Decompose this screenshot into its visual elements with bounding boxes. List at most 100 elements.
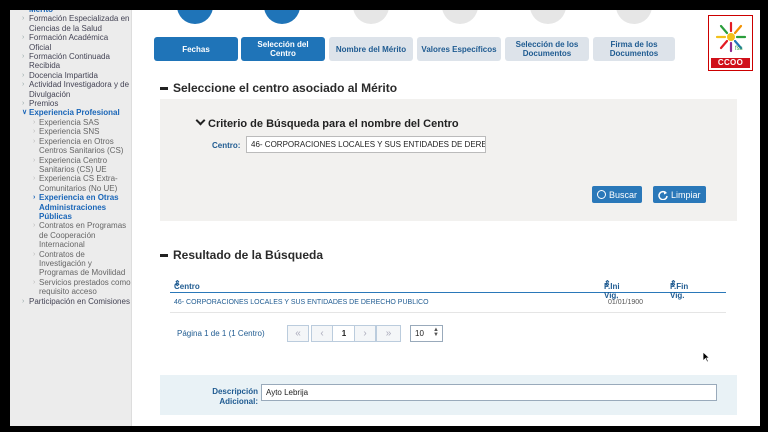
chevron-right-icon: › (33, 137, 36, 145)
sidebar-label: Mérito (29, 10, 53, 14)
step-seleccion-documentos[interactable]: Selección de los Documentos (505, 37, 589, 61)
last-page-button[interactable]: » (376, 325, 401, 342)
chevron-right-icon: › (33, 118, 36, 126)
sidebar-label: Premios (29, 99, 59, 109)
chevron-right-icon (22, 10, 27, 13)
sidebar-item[interactable]: › Formación Especializada en Ciencias de … (10, 14, 131, 33)
ccoo-logo: fss CCOO (708, 15, 753, 71)
chevron-right-icon: › (33, 278, 36, 286)
sidebar-label: Docencia Impartida (29, 70, 98, 80)
sidebar-label: Experiencia en Otros Centros Sanitarios … (39, 136, 124, 156)
sidebar-item-experiencia-profesional[interactable]: ∨ Experiencia Profesional (10, 108, 131, 117)
section-dash-icon (160, 87, 168, 91)
chevron-right-icon: › (22, 15, 25, 23)
refresh-icon (658, 190, 668, 200)
sidebar-item[interactable]: › Formación Continuada Recibida (10, 52, 131, 71)
search-icon (597, 190, 606, 199)
step-nombre-merito[interactable]: Nombre del Mérito (329, 37, 413, 61)
step-firma-documentos[interactable]: Firma de los Documentos (593, 37, 675, 61)
pager-summary: Página 1 de 1 (1 Centro) (177, 329, 265, 338)
sidebar-item[interactable]: › Premios (10, 99, 131, 108)
sidebar-subitem[interactable]: › Contratos en Programas de Cooperación I… (10, 221, 131, 249)
sidebar-item[interactable]: › Actividad Investigadora y de Divulgació… (10, 80, 131, 99)
chevron-right-icon: › (33, 175, 36, 183)
criteria-toggle[interactable]: Criterio de Búsqueda para el nombre del … (195, 115, 459, 130)
sidebar-label: Experiencia CS Extra-Comunitarios (No UE… (39, 174, 118, 193)
chevron-down-icon (195, 115, 206, 126)
sidebar-subitem-selected[interactable]: › Experiencia en Otras Administraciones P… (10, 193, 131, 221)
sidebar-item[interactable]: › Participación en Comisiones (10, 297, 131, 306)
section-title-resultado: Resultado de la Búsqueda (160, 248, 323, 262)
section-title-text: Resultado de la Búsqueda (173, 248, 324, 262)
step-valores-especificos[interactable]: Valores Específicos (417, 37, 501, 61)
step-circle-3 (353, 10, 389, 24)
chevron-right-icon: › (22, 100, 25, 108)
select-arrows-icon: ▲ ▼ (433, 327, 439, 338)
cell-fini: 01/01/1900 (608, 299, 644, 306)
sidebar-label: Servicios prestados como requisito acces… (39, 277, 131, 297)
sidebar-label: Experiencia SAS (39, 117, 100, 127)
description-input[interactable]: Ayto Lebrija (261, 384, 717, 401)
app-screen: Mérito › Formación Especializada en Cienci… (10, 10, 760, 426)
sidebar-label: Experiencia SNS (39, 127, 100, 137)
page-size-select[interactable]: 10 ▲ ▼ (410, 325, 443, 342)
sidebar-item[interactable]: › Docencia Impartida (10, 71, 131, 80)
col-fini[interactable]: F.Ini Vig. ⇕ (604, 279, 620, 300)
logo-burst-icon: fss (715, 21, 747, 53)
chevron-right-icon: › (22, 53, 25, 61)
sidebar-label: Formación Continuada Recibida (29, 52, 110, 71)
first-page-button[interactable]: « (287, 325, 309, 342)
sidebar-label: Experiencia en Otras Administraciones Pú… (39, 193, 119, 221)
description-label: Descripción Adicional: (212, 387, 258, 406)
step-fechas[interactable]: Fechas (154, 37, 238, 61)
sidebar-label: Contratos de Investigación y Programas d… (39, 249, 126, 278)
step-circle-6 (616, 10, 652, 24)
sidebar-label: Actividad Investigadora y de Divulgación (29, 80, 130, 99)
sidebar: Mérito › Formación Especializada en Cienci… (10, 10, 132, 426)
section-dash-icon (160, 254, 168, 258)
col-ffin[interactable]: F.Fin Vig. ⇕ (670, 279, 688, 300)
limpiar-button[interactable]: Limpiar (653, 186, 706, 203)
sidebar-subitem[interactable]: › Experiencia SAS (10, 118, 131, 127)
sidebar-label: Participación en Comisiones (29, 296, 130, 306)
next-page-button[interactable]: › (354, 325, 376, 342)
sidebar-item[interactable]: › Formación Académica Oficial (10, 33, 131, 52)
centro-input[interactable]: 46- CORPORACIONES LOCALES Y SUS ENTIDADE… (246, 136, 486, 153)
svg-text:fss: fss (735, 46, 743, 52)
sidebar-label: Formación Especializada en Ciencias de l… (29, 14, 130, 33)
chevron-right-icon: › (33, 194, 36, 202)
chevron-right-icon: › (22, 81, 25, 89)
sidebar-subitem[interactable]: › Experiencia SNS (10, 127, 131, 136)
sidebar-label: Contratos en Programas de Cooperación In… (39, 221, 127, 250)
step-circle-1 (177, 10, 213, 24)
step-circle-5 (530, 10, 566, 24)
chevron-right-icon: › (33, 222, 36, 230)
chevron-right-icon: › (22, 71, 25, 79)
limpiar-label: Limpiar (671, 189, 701, 200)
mouse-cursor-icon (702, 351, 710, 363)
chevron-right-icon: › (22, 297, 25, 305)
sidebar-subitem[interactable]: › Experiencia Centro Sanitarios (CS) UE (10, 156, 131, 175)
step-seleccion-centro[interactable]: Selección del Centro (241, 37, 325, 61)
col-centro[interactable]: Centro ⇕ (174, 279, 200, 291)
sidebar-label: Experiencia Profesional (29, 108, 120, 118)
section-title-text: Seleccione el centro asociado al Mérito (173, 81, 398, 95)
chevron-right-icon: › (33, 156, 36, 164)
section-title-centro: Seleccione el centro asociado al Mérito (160, 81, 397, 95)
current-page[interactable]: 1 (332, 325, 356, 342)
sidebar-subitem[interactable]: › Servicios prestados como requisito acce… (10, 278, 131, 297)
buscar-button[interactable]: Buscar (592, 186, 643, 203)
step-circle-4 (442, 10, 478, 24)
centro-label: Centro: (212, 141, 241, 150)
cell-centro: 46- CORPORACIONES LOCALES Y SUS ENTIDADE… (174, 299, 429, 306)
sidebar-subitem[interactable]: › Contratos de Investigación y Programas … (10, 250, 131, 278)
chevron-right-icon: › (22, 34, 25, 42)
sidebar-subitem[interactable]: › Experiencia en Otros Centros Sanitarios… (10, 137, 131, 156)
buscar-label: Buscar (609, 189, 638, 200)
step-circle-2 (264, 10, 300, 24)
sidebar-subitem[interactable]: › Experiencia CS Extra-Comunitarios (No U… (10, 174, 131, 193)
page-size-value: 10 (415, 329, 424, 338)
prev-page-button[interactable]: ‹ (311, 325, 333, 342)
criteria-title: Criterio de Búsqueda para el nombre del … (208, 118, 459, 130)
table-row[interactable]: 46- CORPORACIONES LOCALES Y SUS ENTIDADE… (170, 295, 726, 313)
